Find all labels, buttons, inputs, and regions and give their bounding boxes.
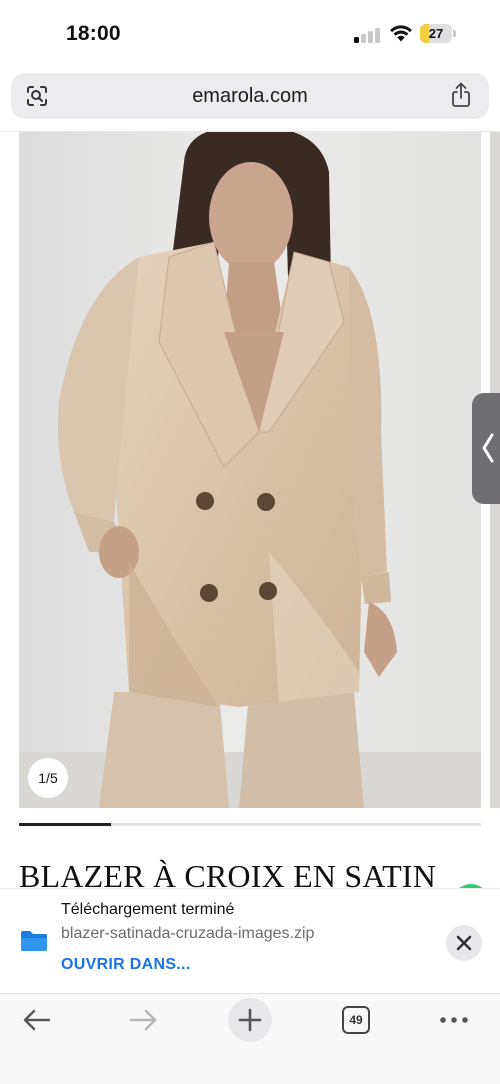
status-bar: 18:00 27 [0, 0, 500, 66]
cellular-signal-icon [354, 27, 382, 43]
tabs-button[interactable]: 49 [342, 1006, 370, 1034]
status-time: 18:00 [66, 22, 121, 45]
forward-arrow-icon[interactable] [128, 1008, 158, 1032]
bottom-toolbar: 49 [0, 993, 500, 1084]
battery-icon: 27 [420, 24, 456, 43]
close-icon [456, 935, 472, 951]
folder-icon [21, 931, 47, 951]
back-arrow-icon[interactable] [22, 1008, 52, 1032]
more-icon[interactable] [438, 1010, 470, 1030]
download-banner: Téléchargement terminé blazer-satinada-c… [0, 888, 500, 992]
download-title: Téléchargement terminé [61, 901, 235, 918]
carousel-progress [19, 823, 481, 826]
new-tab-button[interactable] [228, 998, 272, 1042]
download-filename: blazer-satinada-cruzada-images.zip [61, 925, 315, 942]
close-download-button[interactable] [446, 925, 482, 961]
image-counter: 1/5 [28, 758, 68, 798]
url-text[interactable]: emarola.com [11, 73, 489, 119]
chevron-left-icon [482, 433, 494, 463]
plus-icon [238, 1008, 262, 1032]
battery-level: 27 [428, 26, 444, 41]
wifi-icon [390, 25, 412, 42]
product-image[interactable] [19, 132, 481, 808]
share-icon[interactable] [449, 82, 473, 108]
side-panel-tab[interactable] [472, 393, 500, 504]
address-bar[interactable]: emarola.com [11, 73, 489, 119]
open-in-button[interactable]: OUVRIR DANS... [61, 956, 191, 974]
carousel-progress-fill [19, 823, 112, 826]
product-photo [19, 132, 481, 808]
